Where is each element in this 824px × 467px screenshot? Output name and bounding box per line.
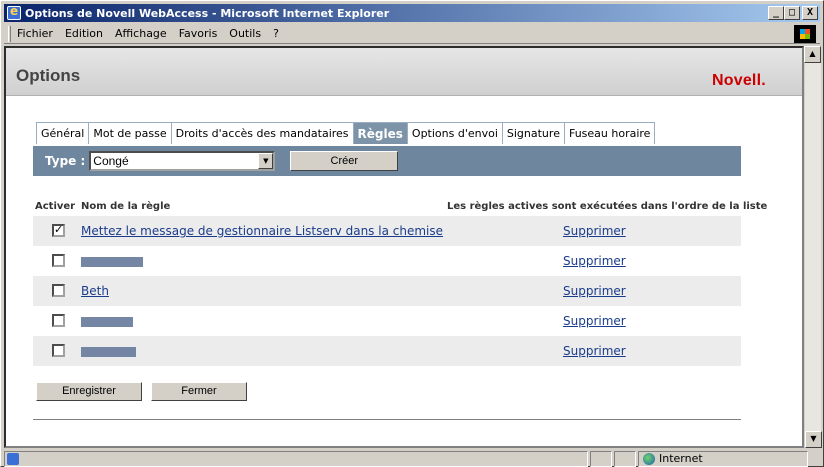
enable-checkbox[interactable] xyxy=(52,254,65,267)
status-bar: Internet xyxy=(4,450,820,467)
options-header: Options Novell. xyxy=(6,48,802,96)
status-text-area xyxy=(4,450,588,467)
table-row: Mettez le message de gestionnaire Listse… xyxy=(33,216,741,246)
scroll-down-button[interactable]: ▼ xyxy=(805,431,822,448)
scroll-up-button[interactable]: ▲ xyxy=(804,46,821,63)
status-cell xyxy=(614,450,636,467)
table-row: Supprimer xyxy=(33,246,741,276)
tab-send-options[interactable]: Options d'envoi xyxy=(406,122,503,144)
enable-checkbox[interactable] xyxy=(52,284,65,297)
redacted-rule-name[interactable] xyxy=(81,317,133,327)
delete-link[interactable]: Supprimer xyxy=(563,314,626,328)
page-title: Options xyxy=(16,66,81,85)
rule-name-link[interactable]: Mettez le message de gestionnaire Listse… xyxy=(81,224,443,238)
menu-grip xyxy=(8,25,11,42)
rules-order-note: Les règles actives sont exécutées dans l… xyxy=(447,201,768,212)
divider xyxy=(33,419,741,421)
column-header-activer: Activer xyxy=(35,201,76,212)
windows-logo-icon xyxy=(794,25,816,43)
create-button[interactable]: Créer xyxy=(290,151,399,171)
enable-checkbox[interactable] xyxy=(52,314,65,327)
security-zone: Internet xyxy=(638,450,808,467)
tab-timezone[interactable]: Fuseau horaire xyxy=(563,122,656,144)
column-header-name: Nom de la règle xyxy=(81,201,171,212)
redacted-rule-name[interactable] xyxy=(81,347,136,357)
table-row: Supprimer xyxy=(33,306,741,336)
browser-window: Options de Novell WebAccess - Microsoft … xyxy=(0,0,824,467)
type-select[interactable]: Congé ▼ xyxy=(89,151,276,171)
page-content: Options Novell. Général Mot de passe Dro… xyxy=(4,46,804,448)
window-title: Options de Novell WebAccess - Microsoft … xyxy=(25,6,390,20)
table-row: Beth Supprimer xyxy=(33,276,741,306)
chevron-down-icon[interactable]: ▼ xyxy=(258,153,274,169)
menu-help[interactable]: ? xyxy=(273,27,279,40)
tab-password[interactable]: Mot de passe xyxy=(88,122,172,144)
delete-link[interactable]: Supprimer xyxy=(563,224,626,238)
menu-fichier[interactable]: Fichier xyxy=(17,27,53,40)
enable-checkbox[interactable] xyxy=(52,344,65,357)
table-row: Supprimer xyxy=(33,336,741,366)
menu-affichage[interactable]: Affichage xyxy=(115,27,167,40)
tab-rules[interactable]: Règles xyxy=(352,122,408,144)
delete-link[interactable]: Supprimer xyxy=(563,344,626,358)
vertical-scrollbar[interactable]: ▼ xyxy=(804,63,822,448)
redacted-rule-name[interactable] xyxy=(81,257,143,267)
tab-general[interactable]: Général xyxy=(36,122,90,144)
novell-logo: Novell. xyxy=(712,72,766,89)
zone-label: Internet xyxy=(659,452,703,465)
delete-link[interactable]: Supprimer xyxy=(563,284,626,298)
minimize-button[interactable]: _ xyxy=(768,6,784,20)
close-window-button[interactable]: X xyxy=(802,6,818,20)
type-bar: Type : Congé ▼ Créer xyxy=(33,146,741,176)
delete-link[interactable]: Supprimer xyxy=(563,254,626,268)
tab-signature[interactable]: Signature xyxy=(501,122,565,144)
ie-icon xyxy=(7,4,21,20)
globe-icon xyxy=(643,452,655,465)
maximize-button[interactable]: □ xyxy=(784,6,800,20)
menu-outils[interactable]: Outils xyxy=(229,27,261,40)
save-button[interactable]: Enregistrer xyxy=(36,382,142,401)
menu-edition[interactable]: Edition xyxy=(65,27,103,40)
enable-checkbox[interactable] xyxy=(52,223,65,237)
tab-proxy-rights[interactable]: Droits d'accès des mandataires xyxy=(170,122,354,144)
rule-name-link[interactable]: Beth xyxy=(81,284,109,298)
status-cell xyxy=(590,450,612,467)
close-button[interactable]: Fermer xyxy=(151,382,247,401)
type-select-value: Congé xyxy=(93,154,129,168)
menu-bar: Fichier Edition Affichage Favoris Outils… xyxy=(4,24,820,44)
title-bar: Options de Novell WebAccess - Microsoft … xyxy=(4,4,820,22)
type-label: Type : xyxy=(45,154,86,168)
menu-favoris[interactable]: Favoris xyxy=(179,27,218,40)
page-icon xyxy=(7,452,19,465)
tab-bar: Général Mot de passe Droits d'accès des … xyxy=(36,122,656,144)
